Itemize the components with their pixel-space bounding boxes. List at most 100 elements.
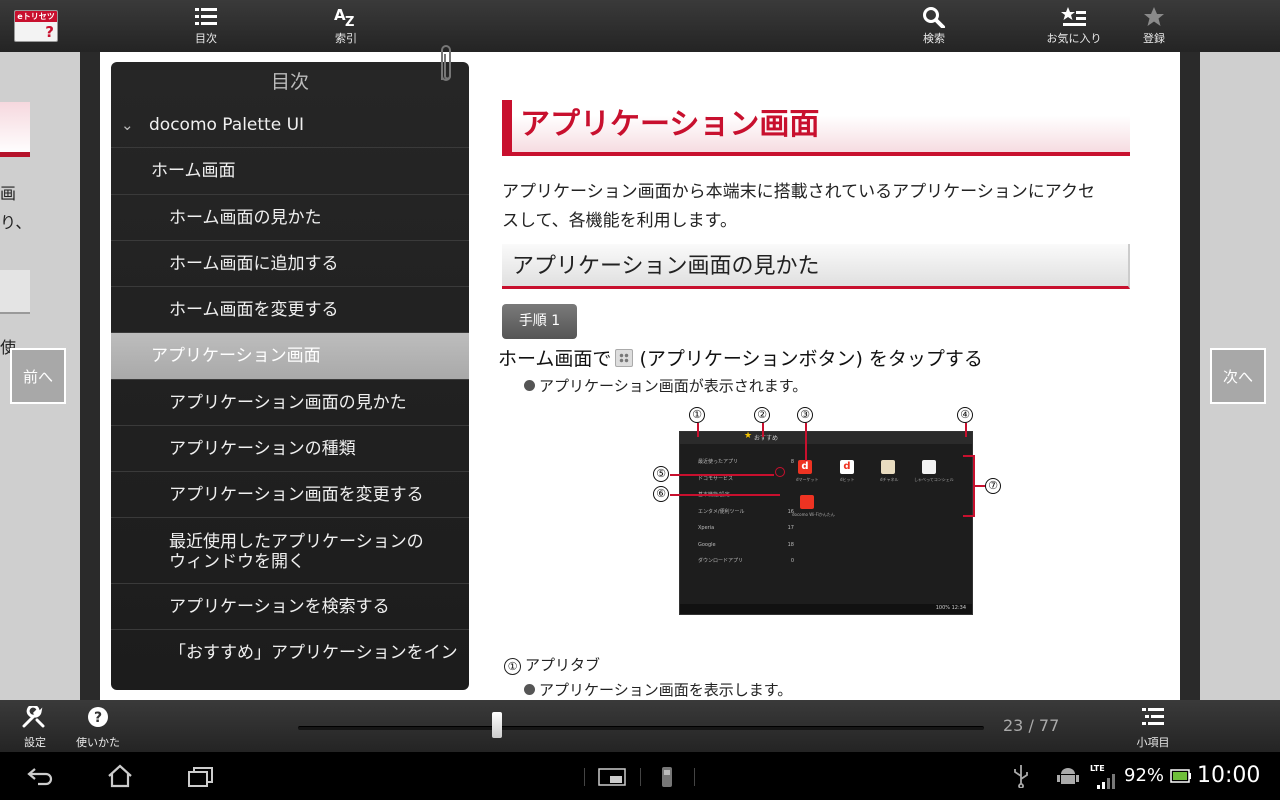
illustration-statusbar: 100% 12:34: [680, 604, 972, 614]
toc-item[interactable]: アプリケーションの種類: [111, 426, 469, 472]
home-icon[interactable]: [106, 764, 134, 788]
app-label: dマーケット: [796, 477, 819, 482]
toc-item-label: アプリケーションを検索する: [169, 597, 390, 617]
app-label: dヒット: [840, 477, 855, 482]
app-label: dチャネル: [880, 477, 899, 482]
bookmark-button[interactable]: 登録: [1124, 6, 1184, 48]
toc-item-label: docomo Palette UI: [149, 115, 305, 135]
description-number: ①: [504, 658, 521, 675]
description-detail: アプリケーション画面を表示します。: [524, 679, 792, 700]
toc-item-label-line1: 最近使用したアプリケーションの: [169, 532, 424, 552]
callout-marker: [775, 467, 785, 477]
toc-item-active[interactable]: アプリケーション画面: [111, 333, 469, 380]
prev-section-fragment: [0, 270, 30, 314]
intro-text: アプリケーション画面から本端末に搭載されているアプリケーションにアクセ スして、…: [502, 178, 1132, 236]
toc-item-label: ホーム画面の見かた: [169, 208, 322, 228]
signal-icon: [1097, 774, 1115, 789]
favorites-button[interactable]: お気に入り: [1044, 6, 1104, 48]
app-screen-illustration: ★ おすすめ 最近使ったアプリ8 ドコモサービス 基本機能/設定 エンタメ/便利…: [679, 431, 973, 615]
back-icon[interactable]: [26, 766, 54, 786]
bullet-icon: [524, 380, 535, 391]
subitems-button[interactable]: 小項目: [1134, 706, 1172, 750]
toc-item-label: 「おすすめ」アプリケーションをイン: [169, 643, 458, 660]
prev-page-button[interactable]: 前へ: [10, 348, 66, 404]
illustration-tabbar: ★ おすすめ: [680, 431, 972, 444]
logo-text: eトリセツ: [15, 11, 57, 22]
category-label: Google: [698, 541, 716, 548]
toc-item-label: アプリケーションの種類: [169, 439, 356, 459]
bookmark-button-label: 登録: [1143, 32, 1165, 45]
wifi-app-icon: [800, 495, 814, 509]
section-heading-text: アプリケーション画面の見かた: [512, 254, 820, 279]
prev-text-fragment: 画: [0, 184, 17, 203]
help-button[interactable]: ? 使いかた: [74, 706, 122, 750]
category-count: 8: [790, 459, 794, 465]
toc-item[interactable]: アプリケーション画面を変更する: [111, 472, 469, 518]
page-slider-track[interactable]: [298, 726, 984, 730]
illustration-category: Xperia 17: [698, 520, 798, 537]
callout-4: ④: [957, 407, 973, 423]
toc-item[interactable]: ホーム画面を変更する: [111, 287, 469, 333]
prev-text-fragment: り、: [0, 213, 32, 232]
toc-item-label: ホーム画面: [151, 161, 236, 181]
page-slider-thumb[interactable]: [491, 712, 502, 738]
d-hits-app-icon: d: [840, 460, 854, 474]
remote-app-icon[interactable]: [660, 766, 674, 788]
prev-heading-underline: [0, 152, 30, 157]
toc-item[interactable]: ホーム画面: [111, 148, 469, 195]
callout-3: ③: [797, 407, 813, 423]
d-market-app-icon: d: [798, 460, 812, 474]
illustration-category: ダウンロードアプリ 0: [698, 553, 798, 570]
callout-7: ⑦: [985, 478, 1001, 494]
battery-icon: [1170, 769, 1191, 783]
illustration-tab-label: おすすめ: [754, 435, 779, 442]
paperclip-icon[interactable]: [436, 40, 456, 86]
step-note: アプリケーション画面が表示されます。: [524, 375, 807, 396]
app-label: docomo Wi-Fiかんたん: [792, 512, 835, 517]
toc-item-label-line2: ウィンドウを開く: [169, 552, 305, 572]
toc-item-label: アプリケーション画面を変更する: [169, 485, 424, 505]
step-note-text: アプリケーション画面が表示されます。: [539, 377, 808, 395]
toc-item[interactable]: ⌄ docomo Palette UI: [111, 102, 469, 148]
recent-apps-icon[interactable]: [186, 766, 216, 788]
prev-heading-fragment: [0, 102, 30, 154]
category-label: ダウンロードアプリ: [698, 558, 744, 564]
search-button[interactable]: 検索: [904, 6, 964, 48]
callout-bracket: [975, 485, 985, 487]
settings-button[interactable]: 設定: [20, 704, 50, 750]
toc-item[interactable]: 最近使用したアプリケーションの ウィンドウを開く: [111, 518, 469, 584]
toc-item[interactable]: ホーム画面に追加する: [111, 241, 469, 287]
search-button-label: 検索: [923, 32, 945, 45]
next-page-button[interactable]: 次へ: [1210, 348, 1266, 404]
android-debug-icon: [1057, 768, 1079, 784]
toc-title: 目次: [270, 71, 309, 93]
app-label: しゃべってコンシェル: [914, 477, 954, 482]
callout-1: ①: [689, 407, 705, 423]
app-logo[interactable]: eトリセツ ?: [14, 10, 58, 42]
page-title: アプリケーション画面: [502, 100, 1130, 156]
toc-item[interactable]: ホーム画面の見かた: [111, 195, 469, 241]
toc-item[interactable]: 「おすすめ」アプリケーションをイン: [111, 630, 469, 660]
toc-button[interactable]: 目次: [176, 6, 236, 48]
small-window-icon[interactable]: [598, 768, 626, 786]
svg-text:?: ?: [94, 710, 102, 726]
index-button[interactable]: A Z 索引: [316, 6, 376, 48]
toc-item[interactable]: アプリケーション画面の見かた: [111, 380, 469, 426]
system-navbar: LTE 92% 10:00: [0, 752, 1280, 800]
usb-icon: [1014, 765, 1028, 788]
callout-line: [670, 474, 774, 476]
toc-button-label: 目次: [195, 32, 217, 45]
step-badge: 手順 1: [502, 304, 577, 339]
wrench-icon: [22, 704, 45, 728]
callout-bracket: [963, 515, 973, 517]
toc-item-label: ホーム画面に追加する: [169, 254, 339, 274]
toc-item[interactable]: アプリケーションを検索する: [111, 584, 469, 630]
toc-panel: 目次 ⌄ docomo Palette UI ホーム画面 ホーム画面の見かた ホ…: [111, 62, 469, 690]
d-channel-app-icon: [881, 460, 895, 474]
callout-2: ②: [754, 407, 770, 423]
callout-5: ⑤: [653, 466, 669, 482]
callout-line: [697, 423, 699, 437]
bullet-icon: [524, 684, 535, 695]
step-instruction: ホーム画面で (アプリケーションボタン) をタップする: [498, 344, 983, 371]
intro-line: アプリケーション画面から本端末に搭載されているアプリケーションにアクセ: [502, 182, 1095, 202]
